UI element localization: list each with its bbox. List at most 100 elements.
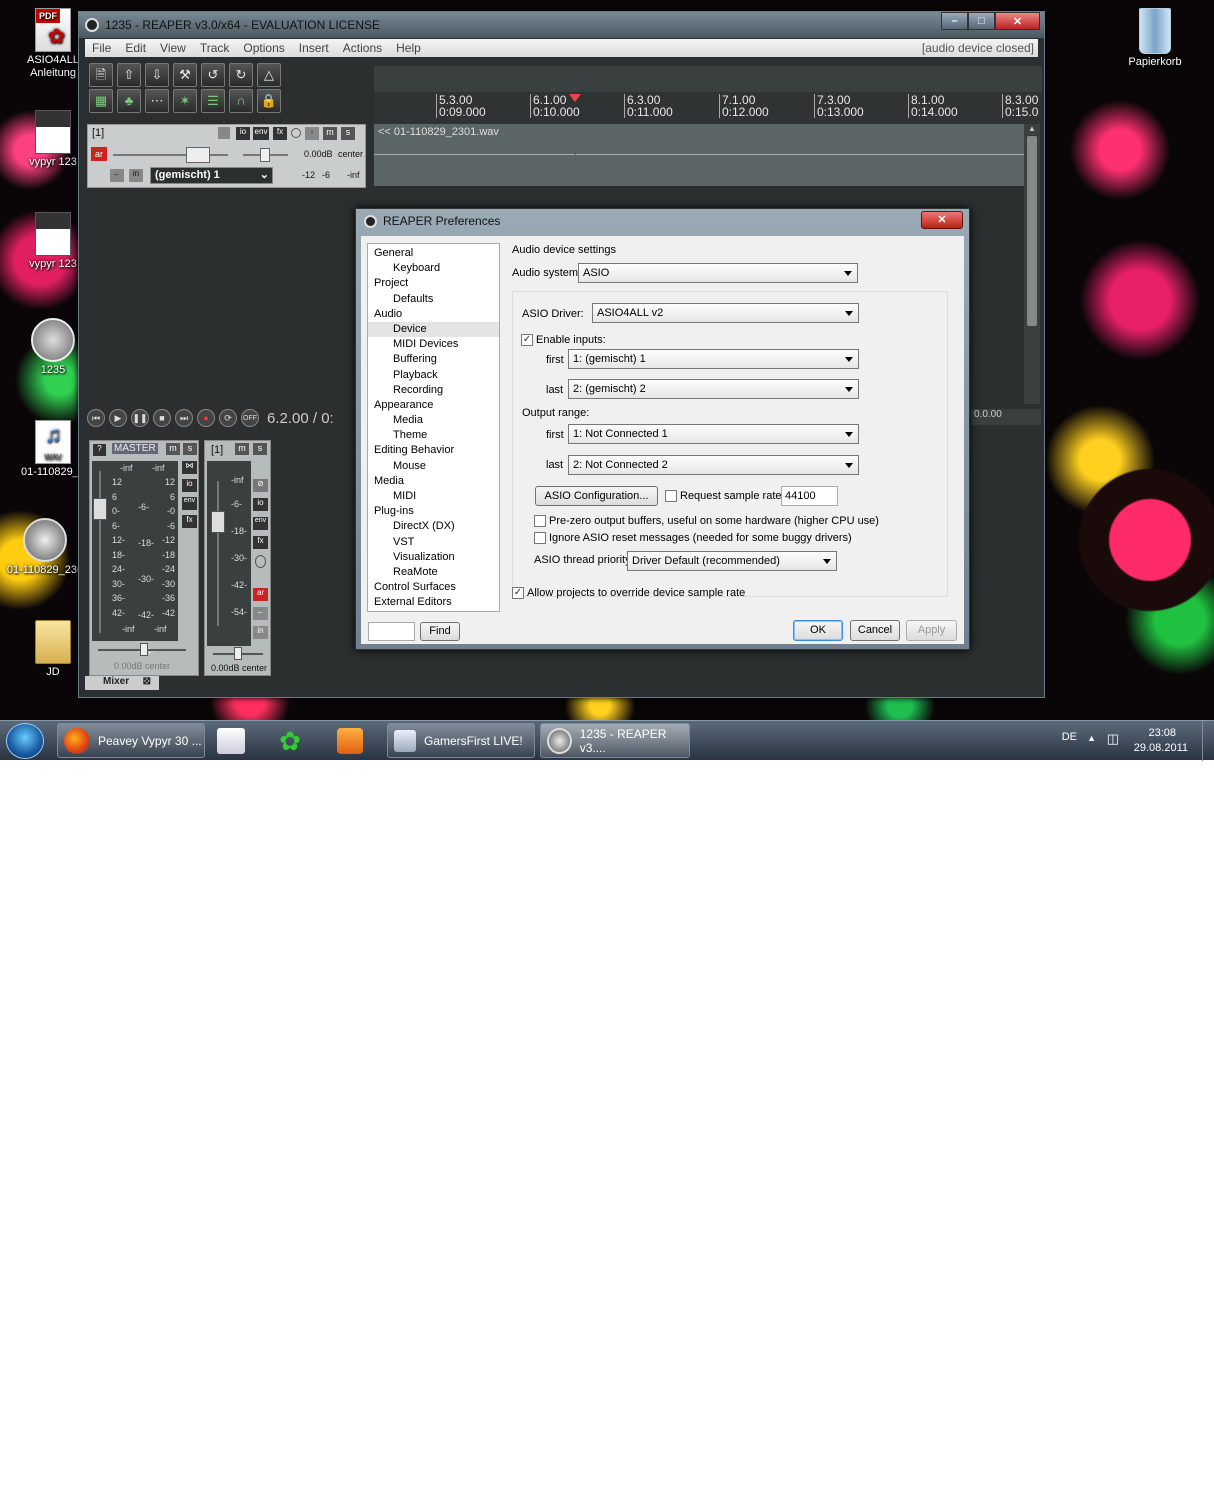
repeat-icon[interactable]: ⟳: [219, 409, 237, 427]
phase-icon[interactable]: ⊘: [253, 479, 268, 492]
nav-item-midi[interactable]: MIDI: [368, 489, 499, 504]
play-icon[interactable]: ▶: [109, 409, 127, 427]
menu-help[interactable]: Help: [389, 41, 428, 55]
apply-button[interactable]: Apply: [906, 620, 957, 641]
close-icon[interactable]: ⊠: [143, 676, 151, 687]
prezero-checkbox[interactable]: [534, 515, 546, 527]
window-titlebar[interactable]: 1235 - REAPER v3.0/x64 - EVALUATION LICE…: [79, 12, 1044, 38]
master-fader-thumb[interactable]: [93, 498, 107, 520]
clock-date[interactable]: 29.08.2011: [1134, 742, 1188, 754]
dialog-close-button[interactable]: ✕: [921, 211, 963, 229]
nav-item-theme[interactable]: Theme: [368, 428, 499, 443]
route-icon[interactable]: ?: [93, 444, 106, 456]
nav-item-recording[interactable]: Recording: [368, 383, 499, 398]
track-io-button[interactable]: io: [236, 127, 250, 140]
track-solo-button[interactable]: s: [341, 127, 355, 140]
folder-icon[interactable]: [218, 127, 230, 139]
asio-driver-select[interactable]: ASIO4ALL v2: [592, 303, 859, 323]
nav-item-audio[interactable]: Audio: [368, 307, 499, 322]
track-strip-pan-thumb[interactable]: [234, 647, 242, 660]
nav-item-editing-behavior[interactable]: Editing Behavior: [368, 443, 499, 458]
track-fx-button[interactable]: fx: [273, 127, 287, 140]
show-desktop-button[interactable]: [1202, 721, 1214, 761]
nav-item-media[interactable]: Media: [368, 413, 499, 428]
open-project-icon[interactable]: ⇧: [117, 63, 141, 87]
track-input-select[interactable]: (gemischt) 1 ⌄: [150, 167, 273, 184]
master-mono-icon[interactable]: ⋈: [182, 461, 197, 474]
minimize-button[interactable]: –: [941, 12, 968, 30]
ignore-reset-checkbox[interactable]: [534, 532, 546, 544]
monitor-icon[interactable]: [255, 555, 266, 568]
nav-item-reamote[interactable]: ReaMote: [368, 565, 499, 580]
lock-icon[interactable]: 🔒: [257, 89, 281, 113]
request-sample-rate-checkbox[interactable]: [665, 490, 677, 502]
snap-grid-icon[interactable]: ▦: [89, 89, 113, 113]
output-last-select[interactable]: 2: Not Connected 2: [568, 455, 859, 475]
track-panel[interactable]: [1] ar io env fx ◦ m s 0.00dB center ← i…: [87, 124, 366, 188]
menu-file[interactable]: File: [85, 41, 118, 55]
pause-icon[interactable]: ❚❚: [131, 409, 149, 427]
nav-item-buffering[interactable]: Buffering: [368, 352, 499, 367]
nav-item-control-surfaces[interactable]: Control Surfaces: [368, 580, 499, 595]
desktop-icon-recycle-bin[interactable]: Papierkorb: [1110, 8, 1200, 68]
language-indicator[interactable]: DE: [1062, 731, 1077, 743]
sample-rate-input[interactable]: 44100: [781, 486, 838, 506]
go-to-start-icon[interactable]: ⏮: [87, 409, 105, 427]
taskbar-item-media[interactable]: [330, 723, 382, 758]
nav-item-playback[interactable]: Playback: [368, 368, 499, 383]
asio-configuration-button[interactable]: ASIO Configuration...: [535, 486, 658, 506]
track-fader-thumb[interactable]: [211, 511, 225, 533]
menu-insert[interactable]: Insert: [292, 41, 336, 55]
input-mode-icon[interactable]: in: [129, 169, 143, 182]
nav-item-external-editors[interactable]: External Editors: [368, 595, 499, 610]
cancel-button[interactable]: Cancel: [850, 620, 900, 641]
media-item[interactable]: << 01-110829_2301.wav: [374, 124, 1024, 186]
volume-slider[interactable]: [113, 154, 228, 156]
nav-item-defaults[interactable]: Defaults: [368, 292, 499, 307]
master-env-button[interactable]: env: [182, 497, 197, 510]
grid-icon[interactable]: ⋯: [145, 89, 169, 113]
nav-item-keyboard[interactable]: Keyboard: [368, 261, 499, 276]
track-strip-solo-button[interactable]: s: [253, 443, 267, 455]
input-last-select[interactable]: 2: (gemischt) 2: [568, 379, 859, 399]
new-project-icon[interactable]: 🗎: [89, 63, 113, 87]
scrollbar-thumb[interactable]: [1027, 136, 1037, 326]
maximize-button[interactable]: □: [968, 12, 995, 30]
track-strip-record-arm-button[interactable]: ar: [253, 588, 268, 601]
taskbar-item-reaper[interactable]: 1235 - REAPER v3....: [540, 723, 690, 758]
track-strip-io-button[interactable]: io: [253, 498, 268, 511]
master-io-button[interactable]: io: [182, 479, 197, 492]
network-icon[interactable]: ◫: [1107, 731, 1119, 747]
item-grouping-icon[interactable]: ✶: [173, 89, 197, 113]
master-fx-button[interactable]: fx: [182, 515, 197, 528]
nav-item-general[interactable]: General: [368, 246, 499, 261]
clock-time[interactable]: 23:08: [1148, 727, 1176, 739]
find-input[interactable]: [368, 622, 415, 641]
track-strip-fx-button[interactable]: fx: [253, 536, 268, 549]
nav-item-visualization[interactable]: Visualization: [368, 550, 499, 565]
dialog-titlebar[interactable]: REAPER Preferences: [356, 209, 969, 233]
nav-item-vst[interactable]: VST: [368, 535, 499, 550]
volume-slider-thumb[interactable]: [186, 147, 210, 163]
menu-edit[interactable]: Edit: [118, 41, 153, 55]
nav-item-plug-ins[interactable]: Plug-ins: [368, 504, 499, 519]
save-project-icon[interactable]: ⇩: [145, 63, 169, 87]
mixer-tab[interactable]: Mixer ⊠: [85, 676, 159, 690]
track-env-button[interactable]: env: [253, 127, 269, 140]
ripple-edit-icon[interactable]: ♣: [117, 89, 141, 113]
phase-icon[interactable]: [291, 128, 301, 138]
nav-item-midi-devices[interactable]: MIDI Devices: [368, 337, 499, 352]
vertical-scrollbar[interactable]: ▲: [1024, 124, 1040, 404]
desktop-icon-01-110829[interactable]: 01-110829_230: [0, 518, 90, 576]
input-mode-icon[interactable]: in: [253, 626, 268, 639]
track-strip-mute-button[interactable]: m: [235, 443, 249, 455]
taskbar-item-icq[interactable]: ✿: [270, 723, 325, 758]
menu-actions[interactable]: Actions: [336, 41, 389, 55]
master-pan-thumb[interactable]: [140, 643, 148, 656]
input-first-select[interactable]: 1: (gemischt) 1: [568, 349, 859, 369]
nav-item-device[interactable]: Device: [368, 321, 499, 338]
ok-button[interactable]: OK: [793, 620, 843, 641]
menu-options[interactable]: Options: [236, 41, 291, 55]
start-button[interactable]: [6, 723, 44, 759]
nav-item-appearance[interactable]: Appearance: [368, 398, 499, 413]
